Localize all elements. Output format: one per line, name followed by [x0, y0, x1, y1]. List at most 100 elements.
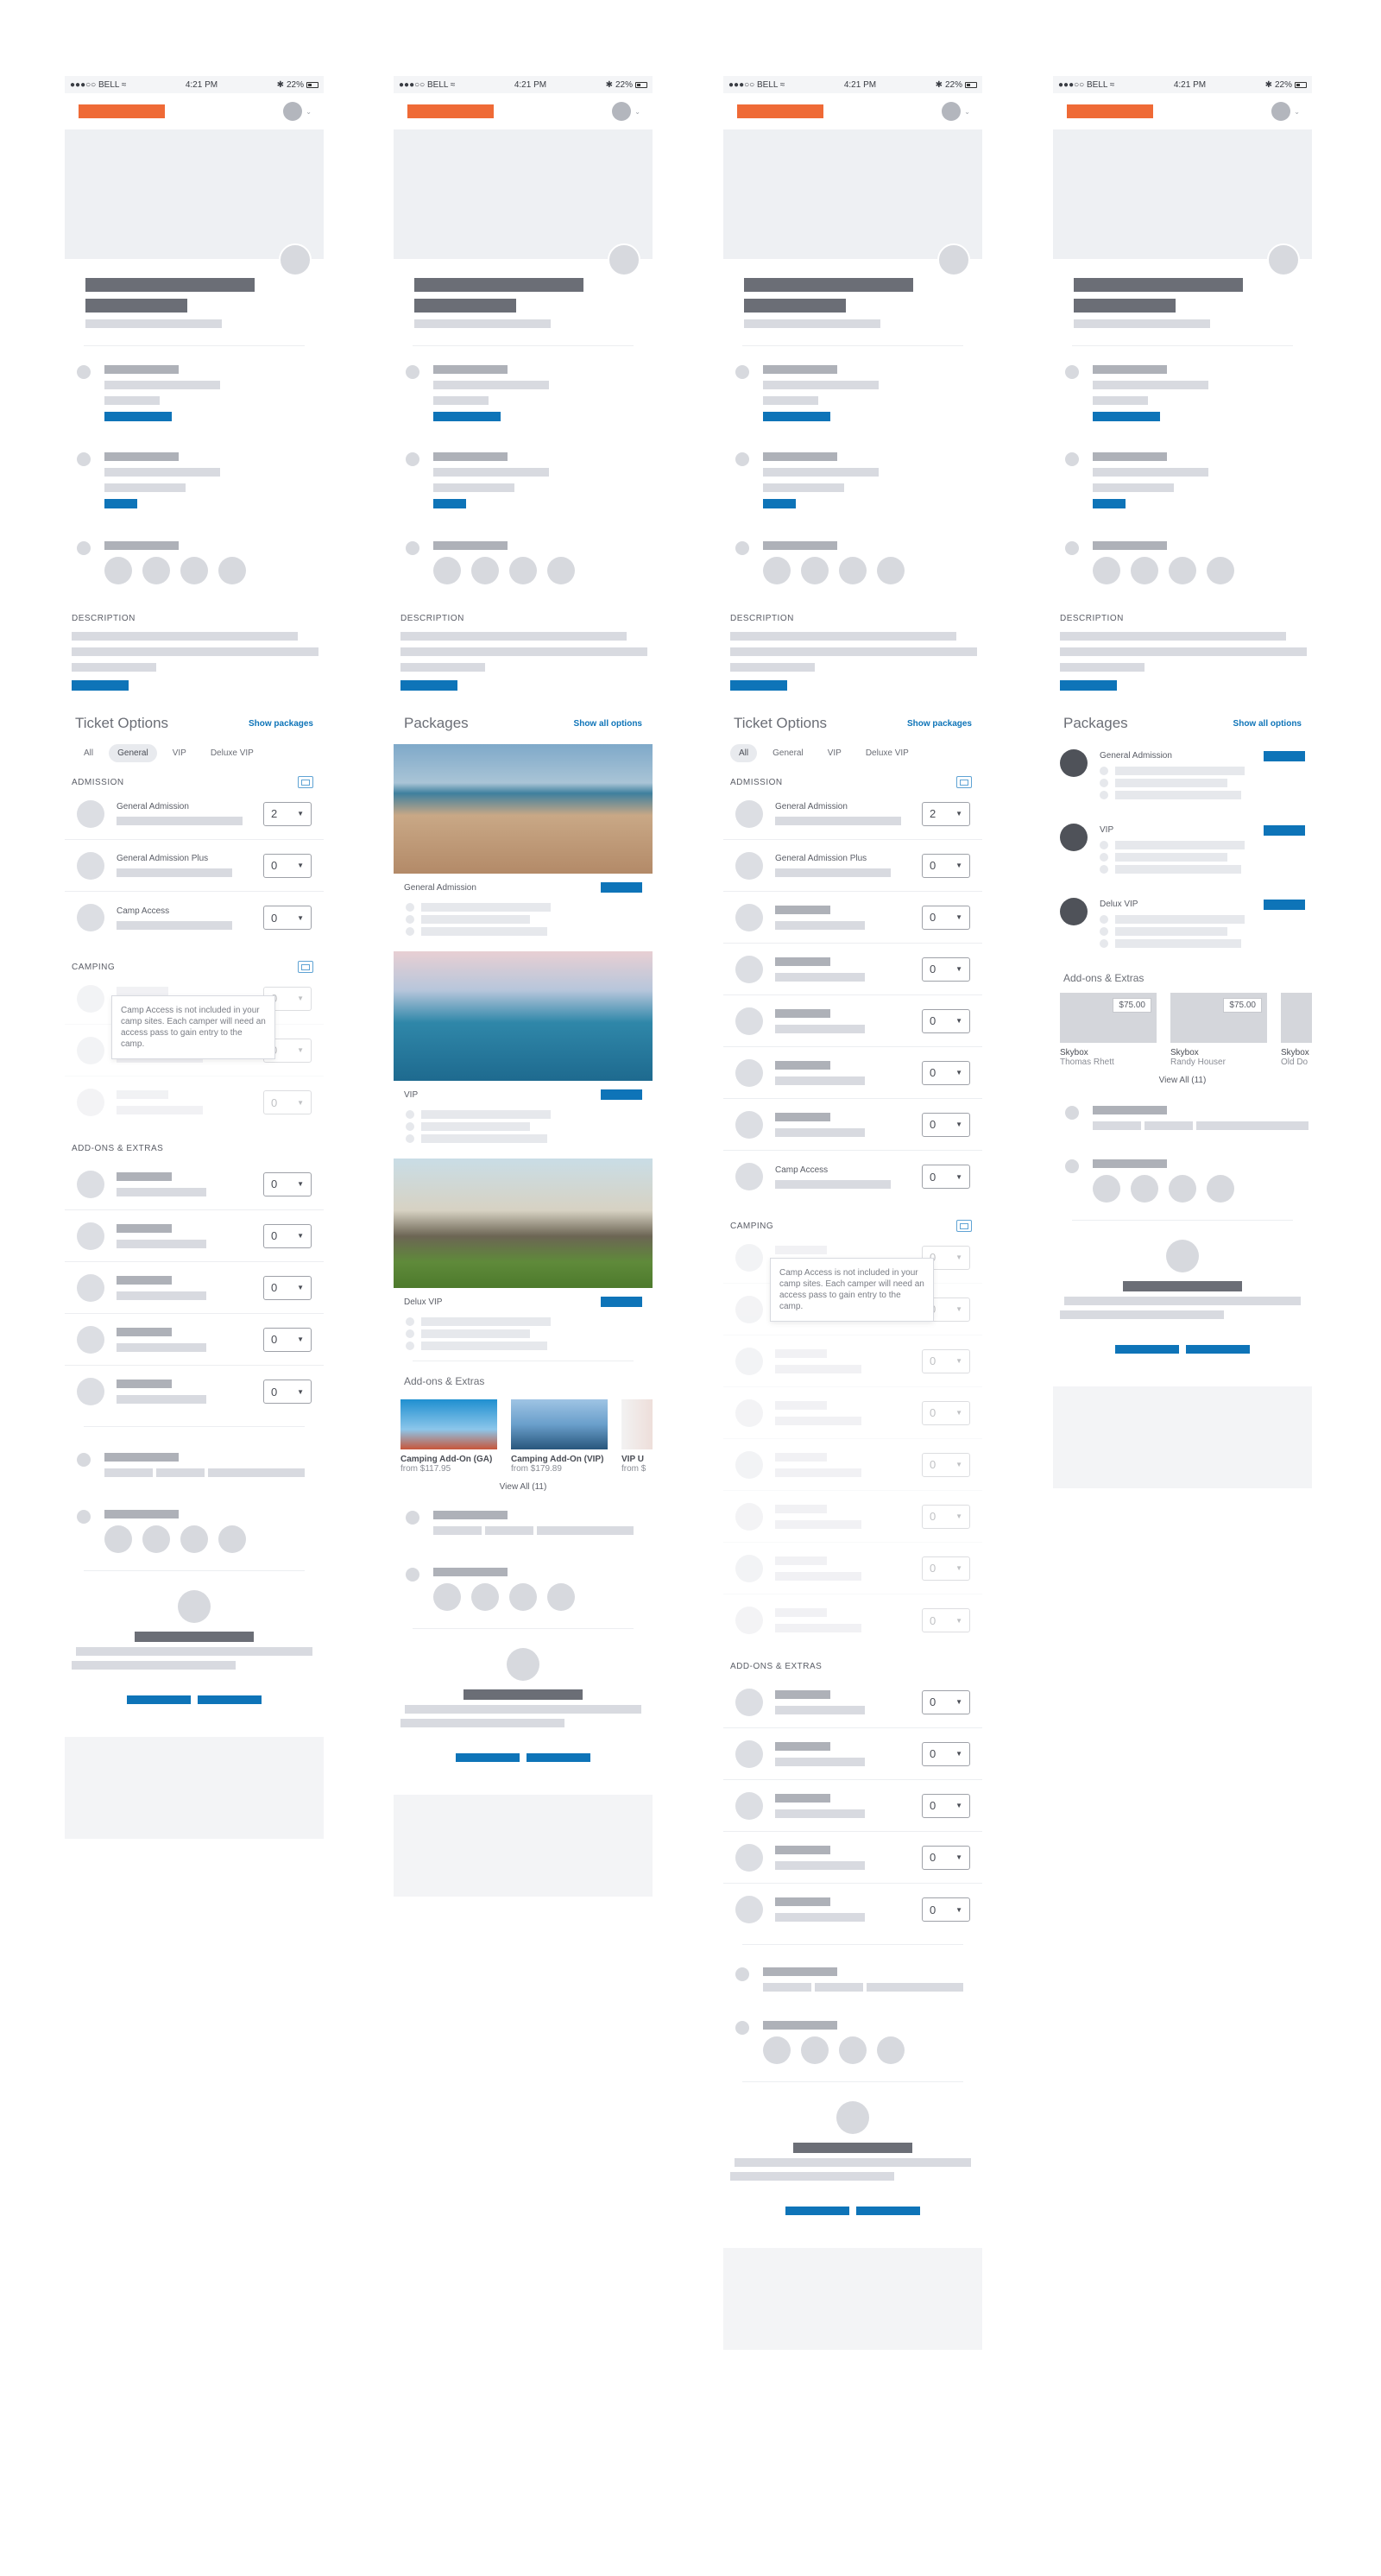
venue-map[interactable] [723, 2248, 982, 2350]
chevron-down-icon[interactable]: ⌄ [964, 108, 970, 116]
status-bar: ●●●○○ BELL ≈ 4:21 PM ✱ 22% [723, 76, 982, 93]
venue-map[interactable] [65, 1737, 324, 1839]
addons-label: ADD-ONS & EXTRAS [72, 1144, 164, 1153]
venue-link[interactable] [104, 499, 137, 508]
addon-card[interactable]: Camping Add-On (GA) from $117.95 [400, 1399, 497, 1474]
show-all-options-link[interactable]: Show all options [574, 719, 642, 729]
info-row-date [65, 365, 324, 428]
quantity-select[interactable]: 0 ▼ [922, 1165, 970, 1189]
skybox-card[interactable]: $75.00 Skybox Thomas Rhett [1060, 993, 1157, 1067]
phone-packages-compact: ●●●○○ BELL ≈ 4:21 PM ✱ 22% ⌄ DESCRIPTION… [1053, 76, 1312, 1488]
package-row[interactable]: General Admission [1053, 749, 1312, 799]
seat-map-icon[interactable] [298, 776, 313, 788]
tab-general[interactable]: General [764, 744, 812, 762]
camp-access-tooltip: Camp Access is not included in your camp… [770, 1258, 934, 1322]
event-meta [85, 319, 222, 328]
package-card[interactable]: General Admission [394, 744, 653, 938]
battery-icon [634, 81, 647, 88]
chevron-down-icon[interactable]: ⌄ [634, 108, 640, 116]
ticket-options-header: Ticket Options Show packages [65, 715, 324, 732]
tab-vip[interactable]: VIP [164, 744, 195, 762]
brand-logo[interactable] [79, 104, 165, 118]
package-row[interactable]: Delux VIP [1053, 898, 1312, 948]
quantity-select[interactable]: 0 ▼ [922, 1793, 970, 1818]
description-label: DESCRIPTION [72, 614, 136, 623]
avatar[interactable] [612, 102, 632, 121]
skybox-card[interactable]: Skybox Old Do [1281, 993, 1312, 1067]
brand-logo[interactable] [737, 104, 823, 118]
tab-deluxe-vip[interactable]: Deluxe VIP [202, 744, 262, 762]
ticket-row: General Admission 2 ▼ [65, 788, 324, 840]
quantity-select[interactable]: 0 ▼ [263, 1223, 312, 1248]
phone-ticket-options-all: ●●●○○ BELL ≈ 4:21 PM ✱ 22% ⌄ DESCRIPTION… [723, 76, 982, 2350]
venue-map[interactable] [1053, 1386, 1312, 1488]
seat-map-icon[interactable] [298, 961, 313, 973]
artist-avatar [279, 243, 312, 276]
venue-map[interactable] [394, 1795, 653, 1897]
quantity-select[interactable]: 2 ▼ [922, 801, 970, 826]
ticket-row: General Admission Plus 0 ▼ [65, 840, 324, 892]
quantity-select[interactable]: 0 ▼ [922, 1689, 970, 1714]
addon-card[interactable]: VIP Ufrom $ [621, 1399, 653, 1474]
avatar[interactable] [283, 102, 303, 121]
tab-general[interactable]: General [109, 744, 157, 762]
select-package-button[interactable] [601, 1297, 642, 1307]
addon-row: 0 ▼ [65, 1210, 324, 1262]
quantity-select[interactable]: 0 ▼ [922, 1741, 970, 1766]
chevron-down-icon: ▼ [297, 810, 304, 818]
show-packages-link[interactable]: Show packages [907, 719, 972, 729]
status-bar: ●●●○○ BELL ≈ 4:21 PM ✱ 22% [394, 76, 653, 93]
tab-deluxe-vip[interactable]: Deluxe VIP [857, 744, 918, 762]
addon-row: 0 ▼ [65, 1262, 324, 1314]
tab-all[interactable]: All [730, 744, 758, 762]
quantity-select[interactable]: 0 ▼ [263, 1275, 312, 1300]
quantity-select[interactable]: 0 ▼ [263, 1171, 312, 1196]
phone-packages: ●●●○○ BELL ≈ 4:21 PM ✱ 22% ⌄ DESCRIPTION… [394, 76, 653, 1897]
quantity-select[interactable]: 0 ▼ [922, 1845, 970, 1870]
quantity-select[interactable]: 0 ▼ [922, 1112, 970, 1137]
admission-label: ADMISSION [72, 777, 124, 787]
tab-all[interactable]: All [75, 744, 102, 762]
addons-carousel[interactable]: Camping Add-On (GA) from $117.95 Camping … [394, 1399, 653, 1474]
skybox-carousel[interactable]: $75.00 Skybox Thomas Rhett $75.00 Skybox Ran… [1053, 993, 1312, 1067]
addon-card[interactable]: Camping Add-On (VIP) from $179.89 [511, 1399, 608, 1474]
quantity-select[interactable]: 2 ▼ [263, 801, 312, 826]
quantity-select[interactable]: 0 ▼ [922, 957, 970, 982]
quantity-select[interactable]: 0 ▼ [263, 1327, 312, 1352]
camping-label: CAMPING [72, 962, 116, 972]
select-package-button[interactable] [601, 1089, 642, 1100]
quantity-select[interactable]: 0 ▼ [263, 1380, 312, 1404]
avatar[interactable] [942, 102, 962, 121]
tab-vip[interactable]: VIP [819, 744, 850, 762]
show-all-options-link[interactable]: Show all options [1233, 719, 1302, 729]
battery-icon [306, 81, 318, 88]
quantity-select[interactable]: 0 ▼ [922, 905, 970, 930]
date-link[interactable] [104, 412, 172, 421]
quantity-select[interactable]: 0 ▼ [922, 1060, 970, 1085]
package-card[interactable]: Delux VIP [394, 1159, 653, 1352]
view-all-link[interactable]: View All (11) [1053, 1076, 1312, 1085]
quantity-select[interactable]: 0 ▼ [263, 853, 312, 878]
quantity-select[interactable]: 0 ▼ [263, 906, 312, 930]
seat-map-icon[interactable] [956, 776, 972, 788]
seat-map-icon[interactable] [956, 1220, 972, 1232]
quantity-select[interactable]: 0 ▼ [922, 1008, 970, 1033]
brand-logo[interactable] [1067, 104, 1153, 118]
ticket-row: Camp Access 0 ▼ [65, 892, 324, 944]
package-row[interactable]: VIP [1053, 824, 1312, 874]
show-packages-link[interactable]: Show packages [249, 719, 313, 729]
skybox-card[interactable]: $75.00 Skybox Randy Houser [1170, 993, 1267, 1067]
quantity-select[interactable]: 0 ▼ [922, 853, 970, 878]
status-bar: ●●●○○ BELL ≈ 4:21 PM ✱ 22% [65, 76, 324, 93]
brand-logo[interactable] [407, 104, 494, 118]
battery-icon [964, 81, 977, 88]
view-all-link[interactable]: View All (11) [394, 1482, 653, 1492]
chevron-down-icon[interactable]: ⌄ [306, 108, 312, 116]
package-card[interactable]: VIP [394, 951, 653, 1145]
avatar[interactable] [1271, 102, 1291, 121]
chevron-down-icon[interactable]: ⌄ [1294, 108, 1300, 116]
select-package-button[interactable] [601, 882, 642, 893]
quantity-select[interactable]: 0 ▼ [922, 1897, 970, 1922]
addon-row: 0 ▼ [65, 1314, 324, 1366]
read-more-link[interactable] [72, 680, 129, 691]
